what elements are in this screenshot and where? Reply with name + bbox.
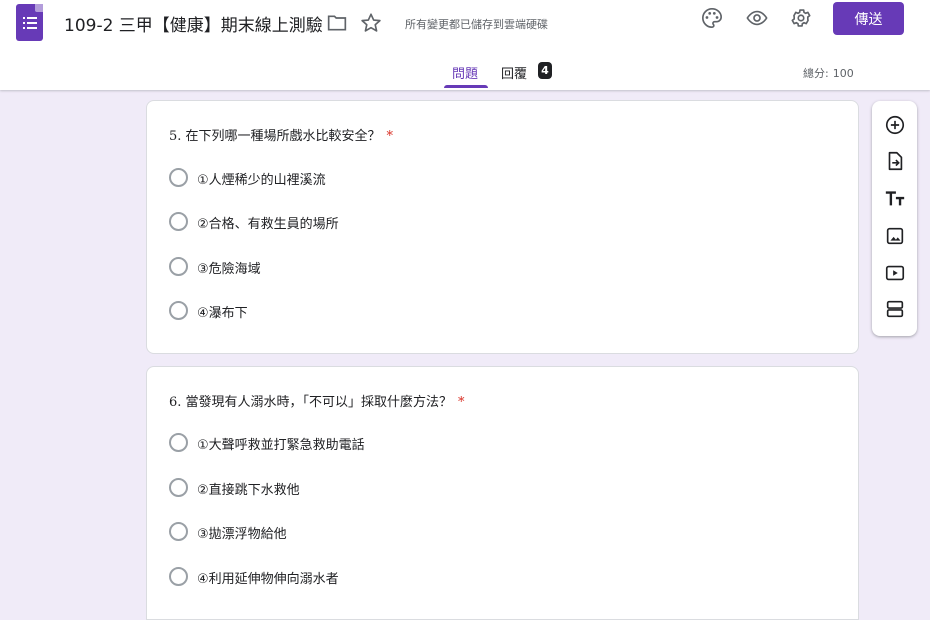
option-label: ②直接跳下水救他 [197,483,300,498]
total-points-value: 100 [832,67,854,80]
star-icon[interactable] [360,12,382,34]
tab-questions[interactable]: 問題 [452,63,478,82]
folder-icon[interactable] [327,14,347,32]
option-label: ④利用延伸物伸向溺水者 [197,572,339,587]
radio-button[interactable] [169,567,188,586]
radio-button[interactable] [169,212,188,231]
question-title-text: 6. 當發現有人溺水時，「不可以」採取什麼方法？ [169,395,453,410]
question-title-text: 5. 在下列哪一種場所戲水比較安全？ [169,129,381,144]
option-label: ①人煙稀少的山裡溪流 [197,173,326,188]
question-title: 6. 當發現有人溺水時，「不可以」採取什麼方法？ * [169,391,465,410]
add-section-icon[interactable] [884,298,906,320]
add-video-icon[interactable] [884,262,906,284]
radio-button[interactable] [169,478,188,497]
palette-icon[interactable] [701,7,723,29]
option-label: ④瀑布下 [197,306,248,321]
radio-button[interactable] [169,257,188,276]
tab-responses[interactable]: 回覆 [501,63,527,82]
eye-icon[interactable] [745,7,769,29]
required-mark: * [386,129,394,144]
form-title[interactable]: 109-2 三甲【健康】期末線上測驗 [64,11,323,36]
active-tab-indicator [444,85,488,88]
add-question-icon[interactable] [884,114,906,136]
send-button[interactable]: 傳送 [833,2,904,35]
saved-status: 所有變更都已儲存到雲端硬碟 [405,18,548,31]
radio-button[interactable] [169,301,188,320]
option-label: ③拋漂浮物給他 [197,527,287,542]
radio-button[interactable] [169,168,188,187]
top-header: 109-2 三甲【健康】期末線上測驗 所有變更都已儲存到雲端硬碟 傳送 問題 回… [0,0,930,90]
add-image-icon[interactable] [884,225,906,247]
gear-icon[interactable] [790,7,812,29]
import-questions-icon[interactable] [884,150,906,172]
question-card[interactable]: 5. 在下列哪一種場所戲水比較安全？ * ①人煙稀少的山裡溪流 ②合格、有救生員的… [146,100,859,354]
option-label: ②合格、有救生員的場所 [197,217,339,232]
question-title: 5. 在下列哪一種場所戲水比較安全？ * [169,125,393,144]
radio-button[interactable] [169,433,188,452]
total-points-label: 總分: [803,67,829,80]
required-mark: * [458,395,465,410]
google-forms-icon[interactable] [16,4,43,41]
side-toolbar [872,101,917,336]
option-label: ①大聲呼救並打緊急救助電話 [197,438,365,453]
question-card[interactable]: 6. 當發現有人溺水時，「不可以」採取什麼方法？ * ①大聲呼救並打緊急救助電話 … [146,366,859,620]
radio-button[interactable] [169,522,188,541]
responses-count-badge: 4 [538,62,552,79]
add-title-icon[interactable] [884,188,906,210]
option-label: ③危險海域 [197,262,261,277]
total-points: 總分: 100 [803,65,854,81]
